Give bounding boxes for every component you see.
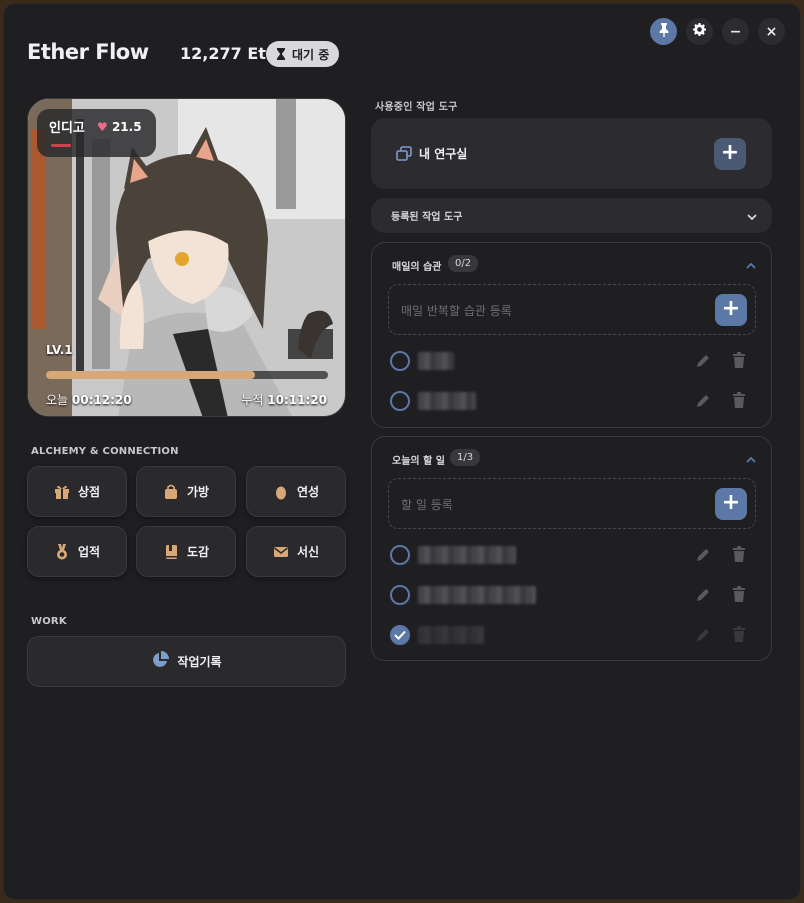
registered-tools-label: 등록된 작업 도구 [391, 212, 463, 223]
todo-item [388, 580, 756, 610]
pencil-icon[interactable] [695, 393, 711, 413]
add-habit-button[interactable]: + [715, 294, 747, 326]
habit-item [388, 346, 756, 376]
chevron-down-icon [746, 208, 758, 227]
encyclopedia-label: 도감 [186, 545, 210, 559]
pencil-icon[interactable] [695, 627, 711, 647]
today-label: 오늘 [46, 393, 69, 407]
today-time: 오늘 00:12:20 [46, 391, 132, 408]
work-record-button[interactable]: 작업기록 [27, 636, 346, 687]
todos-count: 1/3 [450, 449, 481, 466]
total-label: 누적 [241, 393, 264, 407]
character-card[interactable]: 인디고 ♥ 21.5 LV.1 오늘 00:12:20 누적 10:11:20 [27, 98, 346, 417]
minimize-button[interactable]: − [722, 18, 749, 45]
xp-progress-bar [46, 371, 328, 379]
habit-checkbox[interactable] [390, 391, 410, 411]
letters-button[interactable]: 서신 [246, 526, 346, 577]
app-window: Ether Flow 12,277 Et 대기 중 − × 인디고 ♥ 21.5… [3, 3, 801, 900]
bag-icon [163, 484, 179, 500]
pin-button[interactable] [650, 18, 677, 45]
habit-text-redacted [418, 352, 454, 370]
todo-checkbox[interactable] [390, 545, 410, 565]
encyclopedia-button[interactable]: 도감 [136, 526, 236, 577]
registered-tools-dropdown[interactable]: 등록된 작업 도구 [371, 198, 772, 233]
heart-icon: ♥ [97, 120, 108, 134]
xp-progress-fill [46, 371, 255, 379]
todo-item-completed [388, 620, 756, 650]
mail-icon [273, 544, 289, 560]
habits-panel: 매일의 습관 0/2 매일 반복할 습관 등록 + [371, 242, 772, 428]
affection-value: ♥ 21.5 [97, 120, 142, 134]
pencil-icon[interactable] [695, 353, 711, 373]
synthesis-label: 연성 [296, 485, 320, 499]
chevron-up-icon[interactable] [745, 451, 757, 470]
pencil-icon[interactable] [695, 587, 711, 607]
todo-checkbox[interactable] [390, 585, 410, 605]
work-section-label: WORK [31, 616, 67, 627]
windows-stack-icon [396, 146, 412, 166]
todo-text-redacted [418, 626, 484, 644]
work-record-label: 작업기록 [177, 655, 222, 669]
trash-icon[interactable] [732, 626, 746, 646]
todo-checkbox-checked[interactable] [390, 625, 410, 645]
habit-text-redacted [418, 392, 476, 410]
habit-checkbox[interactable] [390, 351, 410, 371]
total-value: 10:11:20 [267, 393, 327, 407]
level-label: LV.1 [46, 343, 73, 357]
alchemy-section-label: ALCHEMY & CONNECTION [31, 446, 179, 457]
habits-title: 매일의 습관 [392, 262, 442, 273]
medal-icon [54, 543, 70, 560]
add-tool-button[interactable]: + [714, 138, 746, 170]
tools-section-label: 사용중인 작업 도구 [375, 102, 458, 113]
add-todo-button[interactable]: + [715, 488, 747, 520]
total-time: 누적 10:11:20 [241, 391, 327, 408]
todos-title: 오늘의 할 일 [392, 456, 445, 467]
todo-text-redacted [418, 546, 516, 564]
pin-icon [658, 22, 670, 41]
bag-label: 가방 [186, 485, 210, 499]
currency-balance: 12,277 Et [180, 44, 266, 63]
affection-number: 21.5 [111, 120, 142, 134]
current-tool-label: 내 연구실 [419, 147, 468, 161]
todos-panel: 오늘의 할 일 1/3 할 일 등록 + [371, 436, 772, 661]
habit-input[interactable]: 매일 반복할 습관 등록 [401, 302, 512, 319]
synthesis-button[interactable]: 연성 [246, 466, 346, 517]
status-text: 대기 중 [292, 47, 330, 62]
habit-item [388, 386, 756, 416]
close-button[interactable]: × [758, 18, 785, 45]
pie-chart-icon [151, 651, 170, 672]
letters-label: 서신 [296, 545, 320, 559]
shop-button[interactable]: 상점 [27, 466, 127, 517]
current-tool-card[interactable]: 내 연구실 + [371, 118, 772, 189]
hourglass-icon [276, 48, 286, 60]
app-title: Ether Flow [27, 40, 149, 64]
habit-add-row[interactable]: 매일 반복할 습관 등록 + [388, 284, 756, 335]
status-badge[interactable]: 대기 중 [266, 41, 340, 67]
pencil-icon[interactable] [695, 547, 711, 567]
habits-count: 0/2 [448, 255, 479, 272]
todo-input[interactable]: 할 일 등록 [401, 496, 453, 513]
todo-item [388, 540, 756, 570]
character-name-tag: 인디고 ♥ 21.5 [37, 109, 156, 157]
time-row: 오늘 00:12:20 누적 10:11:20 [46, 391, 327, 408]
settings-button[interactable] [686, 18, 713, 45]
chevron-up-icon[interactable] [745, 257, 757, 276]
shop-label: 상점 [77, 485, 101, 499]
gear-icon [693, 23, 706, 40]
egg-icon [273, 484, 289, 500]
book-icon [163, 544, 179, 560]
achievements-label: 업적 [77, 545, 101, 559]
bag-button[interactable]: 가방 [136, 466, 236, 517]
todo-add-row[interactable]: 할 일 등록 + [388, 478, 756, 529]
todo-text-redacted [418, 586, 536, 604]
affection-bar [51, 144, 71, 147]
trash-icon[interactable] [732, 546, 746, 566]
trash-icon[interactable] [732, 586, 746, 606]
trash-icon[interactable] [732, 352, 746, 372]
gift-icon [54, 484, 70, 500]
today-value: 00:12:20 [71, 393, 132, 407]
trash-icon[interactable] [732, 392, 746, 412]
achievements-button[interactable]: 업적 [27, 526, 127, 577]
